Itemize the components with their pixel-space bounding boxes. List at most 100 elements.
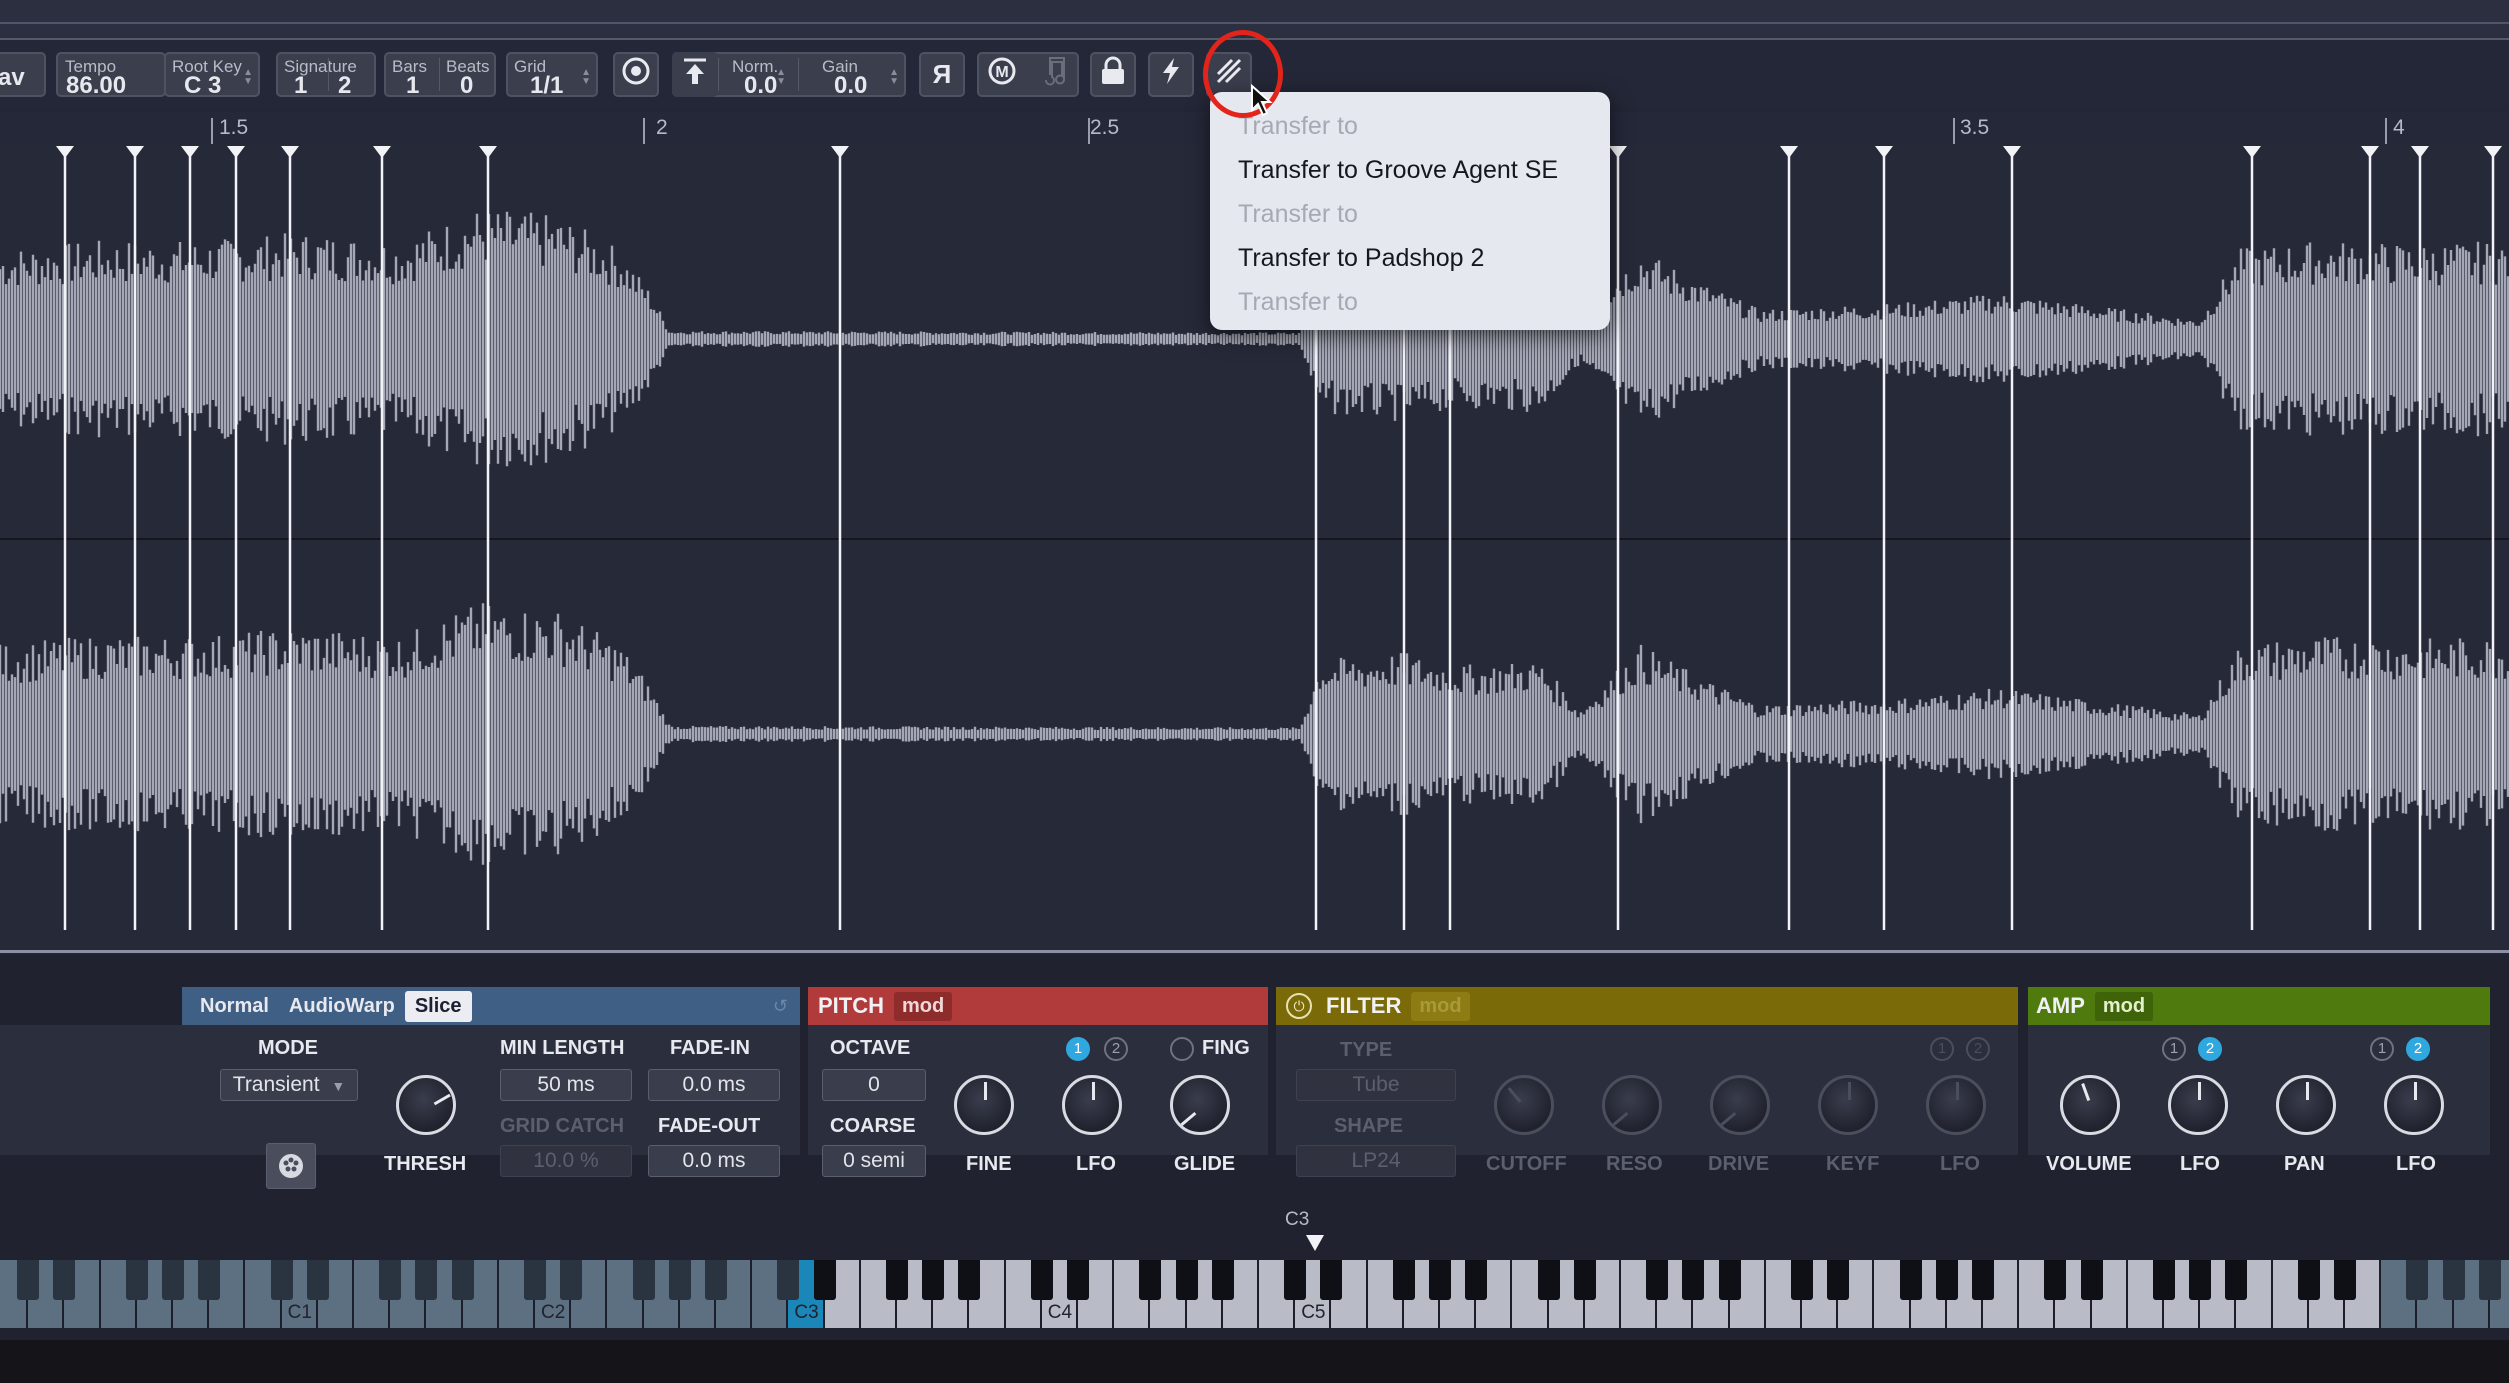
piano-black-key[interactable] bbox=[415, 1260, 438, 1300]
menu-item-transfer-padshop[interactable]: Transfer to Padshop 2 bbox=[1210, 236, 1610, 280]
norm-spinner-icon[interactable]: ▲ ▼ bbox=[776, 68, 786, 87]
piano-black-key[interactable] bbox=[922, 1260, 945, 1300]
gain-value[interactable]: 0.0 bbox=[834, 72, 867, 100]
piano-keyboard[interactable]: C1 C2 C3 C4 C5 bbox=[0, 1260, 2509, 1328]
piano-black-key[interactable] bbox=[2044, 1260, 2067, 1300]
piano-black-key[interactable] bbox=[1429, 1260, 1451, 1300]
slice-marker-handle[interactable] bbox=[373, 146, 391, 158]
piano-black-key[interactable] bbox=[813, 1260, 836, 1300]
filter-lfo-knob[interactable] bbox=[1926, 1075, 1986, 1135]
slice-marker-handle[interactable] bbox=[1780, 146, 1798, 158]
filter-type-select[interactable]: Tube bbox=[1296, 1069, 1456, 1101]
piano-black-key[interactable] bbox=[53, 1260, 76, 1300]
piano-black-key[interactable] bbox=[1827, 1260, 1850, 1300]
piano-black-key[interactable] bbox=[1465, 1260, 1488, 1300]
amp-lfo-knob-2[interactable] bbox=[2384, 1075, 2444, 1135]
piano-black-key[interactable] bbox=[2225, 1260, 2248, 1300]
slice-marker-handle[interactable] bbox=[2243, 146, 2261, 158]
piano-black-key[interactable] bbox=[2334, 1260, 2356, 1300]
slice-marker-handle[interactable] bbox=[281, 146, 299, 158]
min-length-field[interactable]: 50 ms bbox=[500, 1069, 632, 1101]
pitch-lfo2-badge[interactable]: 2 bbox=[1104, 1037, 1128, 1061]
piano-black-key[interactable] bbox=[1067, 1260, 1089, 1300]
amp-lfo2-badge-b[interactable]: 2 bbox=[2406, 1037, 2430, 1061]
filter-power-icon[interactable]: ⏻ bbox=[1286, 993, 1312, 1019]
piano-black-key[interactable] bbox=[1646, 1260, 1669, 1300]
reso-knob[interactable] bbox=[1602, 1075, 1662, 1135]
filter-mod-button[interactable]: mod bbox=[1411, 991, 1470, 1021]
slice-marker-handle[interactable] bbox=[831, 146, 849, 158]
target-button[interactable] bbox=[613, 52, 659, 97]
piano-black-key[interactable] bbox=[1211, 1260, 1234, 1300]
slice-marker-handle[interactable] bbox=[479, 146, 497, 158]
norm-value[interactable]: 0.0 bbox=[744, 72, 777, 100]
piano-black-key[interactable] bbox=[1030, 1260, 1053, 1300]
slice-marker-handle[interactable] bbox=[181, 146, 199, 158]
menu-item-transfer-groove-agent[interactable]: Transfer to Groove Agent SE bbox=[1210, 148, 1610, 192]
pan-knob[interactable] bbox=[2276, 1075, 2336, 1135]
drive-knob[interactable] bbox=[1710, 1075, 1770, 1135]
piano-black-key[interactable] bbox=[1935, 1260, 1958, 1300]
pitch-lfo-knob[interactable] bbox=[1062, 1075, 1122, 1135]
normalize-button[interactable] bbox=[672, 52, 718, 97]
amp-lfo2-badge-a[interactable]: 2 bbox=[2198, 1037, 2222, 1061]
piano-black-key[interactable] bbox=[2153, 1260, 2175, 1300]
slice-marker-handle[interactable] bbox=[2003, 146, 2021, 158]
slice-marker-handle[interactable] bbox=[2361, 146, 2379, 158]
cutoff-knob[interactable] bbox=[1494, 1075, 1554, 1135]
piano-black-key[interactable] bbox=[1392, 1260, 1415, 1300]
piano-black-key[interactable] bbox=[524, 1260, 546, 1300]
grid-spinner-icon[interactable]: ▲ ▼ bbox=[581, 68, 591, 87]
piano-black-key[interactable] bbox=[451, 1260, 474, 1300]
piano-black-key[interactable] bbox=[198, 1260, 221, 1300]
piano-black-key[interactable] bbox=[306, 1260, 329, 1300]
mode-select[interactable]: Transient ▼ bbox=[220, 1069, 358, 1101]
piano-black-key[interactable] bbox=[668, 1260, 691, 1300]
slice-marker-handle[interactable] bbox=[126, 146, 144, 158]
filter-lfo1-badge[interactable]: 1 bbox=[1930, 1037, 1954, 1061]
amp-lfo1-badge-a[interactable]: 1 bbox=[2162, 1037, 2186, 1061]
piano-black-key[interactable] bbox=[2297, 1260, 2320, 1300]
slice-marker-handle[interactable] bbox=[2484, 146, 2502, 158]
slice-marker-handle[interactable] bbox=[56, 146, 74, 158]
piano-black-key[interactable] bbox=[2189, 1260, 2212, 1300]
piano-black-key[interactable] bbox=[1320, 1260, 1343, 1300]
root-key-field[interactable]: Root Key C 3 ▲ ▼ bbox=[164, 52, 260, 99]
slice-marker-handle[interactable] bbox=[2411, 146, 2429, 158]
filter-shape-select[interactable]: LP24 bbox=[1296, 1145, 1456, 1177]
thresh-knob[interactable] bbox=[396, 1075, 456, 1135]
piano-black-key[interactable] bbox=[1537, 1260, 1560, 1300]
glide-knob[interactable] bbox=[1170, 1075, 1230, 1135]
bars-beats-field[interactable]: Bars 1 Beats 0 bbox=[384, 52, 496, 99]
piano-black-key[interactable] bbox=[886, 1260, 908, 1300]
mode-audiowarp-tab[interactable]: AudioWarp bbox=[279, 991, 405, 1022]
piano-black-key[interactable] bbox=[2080, 1260, 2103, 1300]
piano-black-key[interactable] bbox=[2478, 1260, 2501, 1300]
slice-marker-handle[interactable] bbox=[227, 146, 245, 158]
piano-black-key[interactable] bbox=[1284, 1260, 1307, 1300]
piano-black-key[interactable] bbox=[1139, 1260, 1162, 1300]
root-key-spinner-icon[interactable]: ▲ ▼ bbox=[243, 68, 253, 87]
piano-black-key[interactable] bbox=[270, 1260, 293, 1300]
fine-knob[interactable] bbox=[954, 1075, 1014, 1135]
mode-slice-tab[interactable]: Slice bbox=[404, 990, 472, 1022]
piano-black-key[interactable] bbox=[379, 1260, 402, 1300]
piano-black-key[interactable] bbox=[958, 1260, 981, 1300]
piano-black-key[interactable] bbox=[705, 1260, 727, 1300]
grid-catch-field[interactable]: 10.0 % bbox=[500, 1145, 632, 1177]
amp-mod-button[interactable]: mod bbox=[2094, 991, 2154, 1021]
left-field[interactable]: av bbox=[0, 52, 46, 97]
amp-lfo1-badge-b[interactable]: 1 bbox=[2370, 1037, 2394, 1061]
piano-black-key[interactable] bbox=[1682, 1260, 1705, 1300]
lock-button[interactable] bbox=[1090, 52, 1136, 97]
slice-pad-button[interactable] bbox=[266, 1143, 316, 1189]
piano-black-key[interactable] bbox=[1718, 1260, 1741, 1300]
note-button[interactable] bbox=[1027, 52, 1079, 97]
piano-black-key[interactable] bbox=[1573, 1260, 1596, 1300]
fingered-toggle[interactable] bbox=[1170, 1037, 1194, 1061]
piano-black-key[interactable] bbox=[777, 1260, 800, 1300]
coarse-field[interactable]: 0 semi bbox=[822, 1145, 926, 1177]
pitch-lfo1-badge[interactable]: 1 bbox=[1066, 1037, 1090, 1061]
piano-black-key[interactable] bbox=[1972, 1260, 1994, 1300]
piano-black-key[interactable] bbox=[1791, 1260, 1813, 1300]
